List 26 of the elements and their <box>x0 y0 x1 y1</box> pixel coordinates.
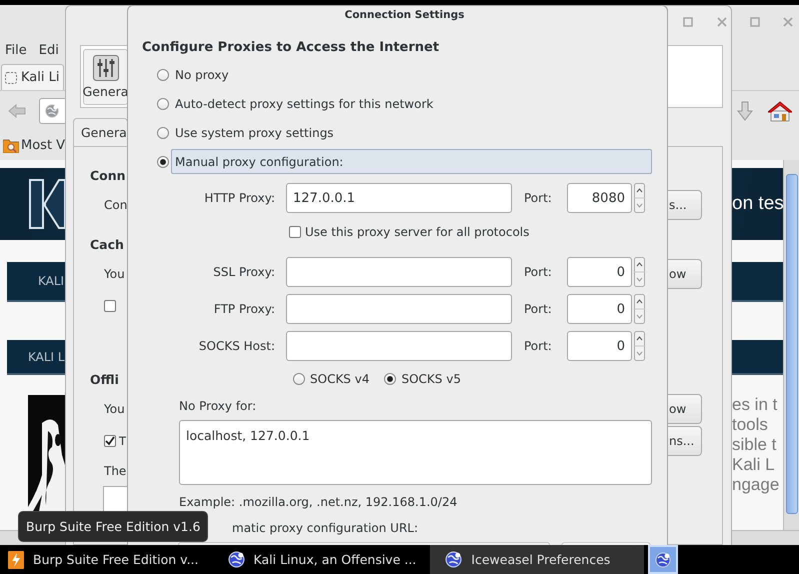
description-text: You <box>103 267 125 281</box>
description-text: Con <box>103 198 128 212</box>
page-text: es in t <box>732 395 778 415</box>
banner-text: on tes <box>732 193 783 215</box>
description-text: The <box>103 464 126 478</box>
description-text: You <box>103 402 125 416</box>
section-heading: Offli <box>89 372 119 386</box>
section-heading: Cach <box>89 236 124 252</box>
field-label: Port: <box>524 191 553 205</box>
field-label: Port: <box>524 339 553 353</box>
field-label: SSL Proxy: <box>212 265 275 279</box>
field-label: Port: <box>524 302 553 316</box>
page-text: tools <box>732 415 769 435</box>
page-text: Kali L <box>732 455 776 475</box>
field-label: FTP Proxy: <box>212 302 275 316</box>
window-title: Connection Settings <box>344 8 466 23</box>
hint-text: Example: .mozilla.org, .net.nz, 192.168.1.0/24 <box>178 494 458 511</box>
section-heading: Configure Proxies to Access the Internet <box>142 39 440 57</box>
page-text: sible t <box>732 435 778 455</box>
field-label: SOCKS Host: <box>198 339 275 353</box>
section-heading: Conn <box>89 168 126 182</box>
field-label: No Proxy for: <box>178 398 258 415</box>
tooltip: Burp Suite Free Edition v1.6 <box>18 511 208 542</box>
field-label: HTTP Proxy: <box>203 191 275 205</box>
page-text: ngage <box>732 475 780 495</box>
field-label: Port: <box>524 265 553 279</box>
